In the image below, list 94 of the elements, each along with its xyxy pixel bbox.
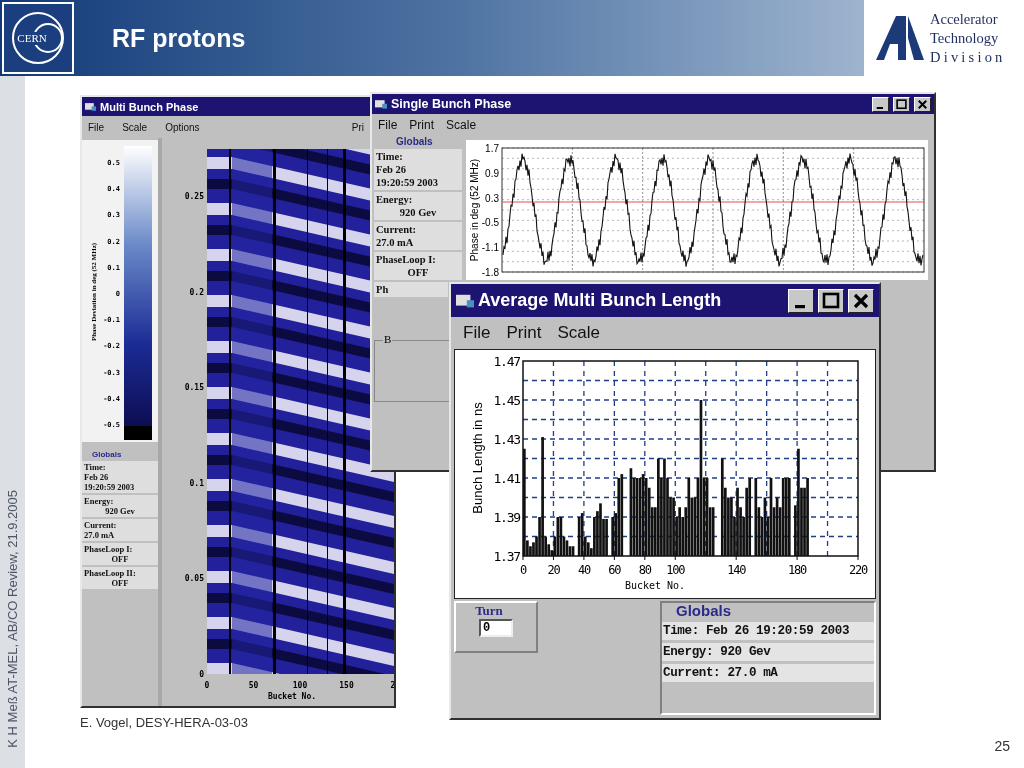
side-note: K H Meß AT-MEL, AB/CO Review, 21.9.2005 [5,490,20,748]
field-value: OFF [111,578,129,588]
tick-label: 1.7 [485,143,499,154]
window-icon [85,102,96,111]
group-label: Globals [396,136,434,147]
group-label: Globals [92,450,123,459]
maximize-button[interactable] [818,288,844,313]
page-number: 25 [994,738,1010,754]
window-title: Average Multi Bunch Length [478,290,722,311]
field-label: Time: [84,462,107,472]
menu-item[interactable]: Print [506,323,542,343]
menu-item[interactable]: Print [409,118,435,132]
tick-label: 220 [848,563,868,577]
field-label: Energy: [376,193,414,206]
tick-label: 40 [577,563,590,577]
tick-label: -1.1 [481,242,499,254]
division-name: Division [930,47,1006,67]
field-label: PhaseLoop II: [84,568,137,578]
field-label: Energy: [84,496,115,506]
source-credit: E. Vogel, DESY-HERA-03-03 [80,715,249,730]
tick-label: 1.41 [493,471,520,486]
axis-label: Phase in deg (52 MHz) [469,158,480,262]
field-value: 19:20:59 2003 [84,482,136,492]
tick-label: 1.37 [493,549,520,564]
tick-label: 0.25 [184,192,204,201]
field-label: Current: [376,223,418,236]
axis-label: Bunch Length in ns [470,402,485,514]
tick-label: 0.15 [184,383,204,393]
field-value: 920 Gev [399,206,437,219]
tick-label: 80 [638,563,651,577]
field-value: 920 Gev [105,506,135,516]
menu-item[interactable]: File [378,118,398,132]
tick-label: 100 [292,681,308,690]
axis-label: Bucket No. [267,692,317,701]
field-label: Ph [376,283,390,296]
minimize-button[interactable] [872,96,889,112]
menu-item[interactable]: File [463,323,491,343]
window-title: Single Bunch Phase [391,97,512,111]
tick-label: 0 [204,681,210,690]
close-button[interactable] [914,96,931,112]
tick-label: 1.39 [493,510,520,525]
tick-label: 1.47 [493,354,520,369]
window-icon [375,99,387,109]
tick-label: 0 [520,563,526,577]
tick-label: 20 [547,563,560,577]
tick-label: 50 [248,681,259,690]
field-value: 27.0 mA [376,236,415,249]
window-title: Multi Bunch Phase [100,100,199,113]
field-label: Time: [376,150,404,163]
tick-label: 0.05 [184,574,204,584]
tick-label: 180 [788,563,807,577]
tick-label: 0.9 [485,167,499,179]
slide-title: RF protons [112,23,247,53]
tick-label: 150 [339,681,354,690]
menu-item[interactable]: Scale [446,118,477,132]
maximize-button[interactable] [893,96,910,112]
tick-label: -1.8 [481,267,499,278]
menu-item[interactable]: File [88,121,105,133]
field-value: Feb 26 [376,163,408,176]
field-value: 19:20:59 2003 [376,176,440,189]
tick-label: 60 [608,563,621,577]
field-label: PhaseLoop I: [84,544,134,554]
minimize-button[interactable] [788,288,814,313]
tick-label: 1.43 [493,432,520,447]
cern-logo: CERN [2,2,74,74]
tick-label: -0.5 [481,217,499,229]
field-label: PhaseLoop I: [376,253,437,266]
turn-field[interactable]: 0 [479,619,513,637]
axis-label: Bucket No. [624,580,686,591]
group-label: B [383,333,393,345]
menu-item[interactable]: Scale [557,323,600,343]
group-label: Globals [676,603,732,619]
close-button[interactable] [848,288,874,313]
tick-label: 100 [666,563,685,577]
menu-item[interactable]: Pri [351,121,364,133]
menu-item[interactable]: Scale [122,121,148,133]
field-label: Current: [84,520,118,530]
tick-label: 0.2 [189,287,204,297]
tick-label: 140 [727,563,746,577]
field-value: 27.0 mA [84,530,116,540]
menu-item[interactable]: Options [165,121,200,133]
tick-label: 0 [199,670,204,679]
division-name: Accelerator [930,9,999,29]
tick-label: 0.3 [485,192,499,204]
group-label: Turn [475,603,503,619]
field-value: Feb 26 [84,472,110,482]
tick-label: 2 [390,681,394,690]
tick-label: 1.45 [493,393,520,408]
a-mark-icon [874,14,926,62]
field-value: OFF [407,266,429,279]
tick-label: 0.1 [189,478,204,488]
window-icon [456,293,474,308]
division-name: Technology [930,28,1000,48]
field-value: OFF [111,554,129,564]
